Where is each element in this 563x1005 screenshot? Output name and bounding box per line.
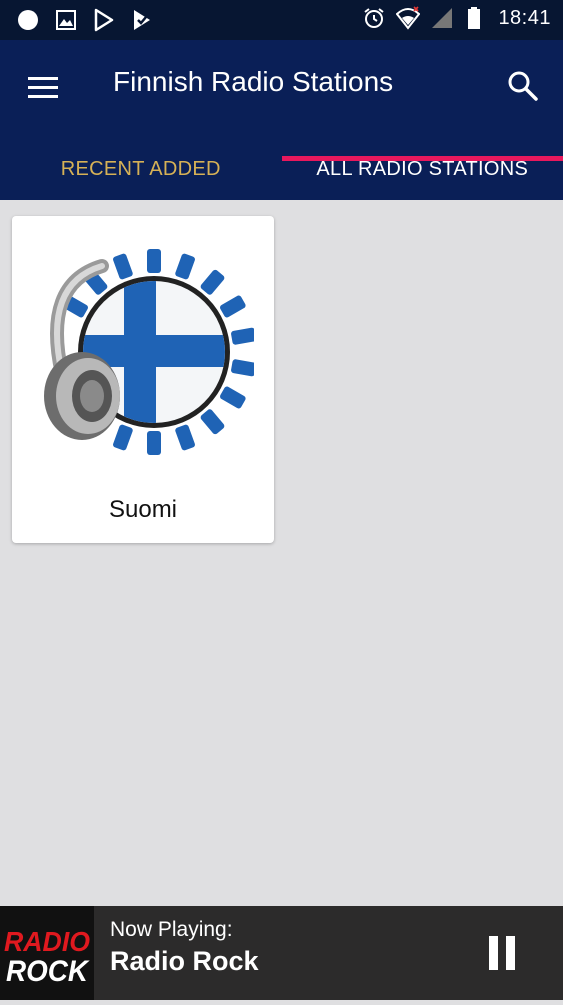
menu-button[interactable] — [22, 70, 62, 110]
wifi-icon — [396, 6, 420, 30]
app-bar: Finnish Radio Stations RECENT ADDED ALL … — [0, 40, 563, 200]
station-card[interactable]: Suomi — [12, 216, 274, 543]
hamburger-menu-icon — [22, 70, 62, 110]
battery-icon — [464, 6, 488, 30]
svg-text:ROCK: ROCK — [6, 955, 90, 988]
status-bar: 18:41 — [0, 0, 563, 40]
now-playing-station: Radio Rock — [110, 946, 259, 977]
tab-indicator — [282, 156, 563, 161]
clock: 18:41 — [498, 7, 551, 30]
pause-icon — [483, 932, 523, 974]
pause-button[interactable] — [483, 932, 523, 974]
image-icon — [54, 8, 78, 32]
play-store-icon — [92, 8, 116, 32]
alarm-icon — [362, 6, 386, 30]
app-title: Finnish Radio Stations — [113, 66, 393, 98]
svg-text:RADIO: RADIO — [4, 926, 90, 957]
tab-recent-added[interactable]: RECENT ADDED — [0, 138, 282, 200]
radio-rock-logo: RADIO ROCK — [0, 906, 94, 1000]
tab-all-radio-stations[interactable]: ALL RADIO STATIONS — [282, 138, 563, 200]
now-playing-bar[interactable]: RADIO ROCK Now Playing: Radio Rock — [0, 906, 563, 1000]
downloaded-icon — [130, 8, 154, 32]
now-playing-label: Now Playing: — [110, 918, 233, 942]
station-name: Suomi — [12, 496, 274, 524]
search-icon — [503, 66, 543, 106]
signal-icon — [430, 6, 454, 30]
chat-bubble-icon — [16, 8, 40, 32]
tab-bar: RECENT ADDED ALL RADIO STATIONS — [0, 138, 563, 200]
search-button[interactable] — [503, 66, 543, 106]
finland-radio-headphones-logo — [32, 244, 254, 466]
